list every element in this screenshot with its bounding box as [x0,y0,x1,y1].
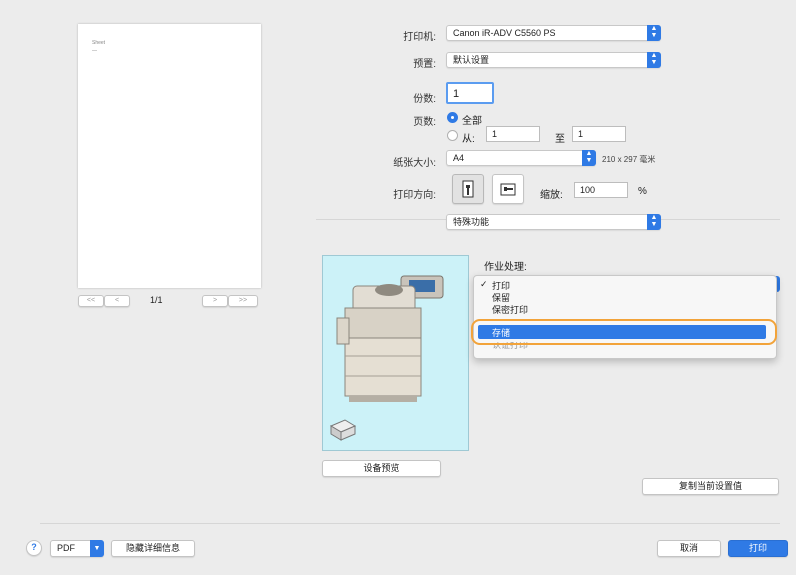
portrait-icon [462,180,474,198]
landscape-icon [500,183,516,196]
pdf-menu-button[interactable]: PDF ▼ [50,540,104,557]
help-icon: ? [31,542,37,552]
pages-range-radio[interactable] [447,130,458,141]
paper-size-value: A4 [453,153,465,163]
landscape-orientation-button[interactable] [492,174,524,204]
page-preview: Sheet — [78,24,261,288]
printer-value: Canon iR-ADV C5560 PS [453,28,556,38]
pdf-dropdown-icon: ▼ [90,540,104,557]
selection-highlight-ring [471,319,777,345]
printer-label: 打印机: [403,32,436,43]
pages-to-field[interactable]: 1 [572,126,626,142]
help-button[interactable]: ? [26,540,42,556]
page-counter: 1/1 [150,295,163,305]
menu-checkmark-icon: ✓ [480,279,488,289]
pages-to-label: 至 [555,134,565,145]
section-popup-value: 特殊功能 [453,217,490,227]
orientation-label: 打印方向: [393,190,436,201]
copy-settings-button[interactable]: 复制当前设置值 [642,478,779,495]
scale-label: 缩放: [540,190,563,201]
presets-label: 预置: [413,59,436,70]
last-page-button[interactable]: >> [228,295,258,307]
next-page-button[interactable]: > [202,295,228,307]
popup-arrows-icon: ▲ ▼ [647,214,661,230]
popup-arrows-icon: ▲ ▼ [647,25,661,41]
copies-label: 份数: [413,94,436,105]
popup-arrows-icon: ▲ ▼ [647,52,661,68]
popup-arrows-icon: ▲ ▼ [582,150,596,166]
section-popup[interactable]: 特殊功能 ▲ ▼ [446,214,661,230]
portrait-orientation-button[interactable] [452,174,484,204]
pages-from-field[interactable]: 1 [486,126,540,142]
menu-item-secure-print[interactable]: 保密打印 [492,303,528,316]
device-preview-button[interactable]: 设备预览 [322,460,441,477]
printer-device-illustration [329,275,444,441]
hide-details-button[interactable]: 隐藏详细信息 [111,540,195,557]
pdf-label: PDF [57,543,75,553]
page-preview-text-line: — [92,48,97,54]
first-page-button[interactable]: << [78,295,104,307]
presets-value: 默认设置 [453,55,490,65]
prev-page-button[interactable]: < [104,295,130,307]
pages-all-radio[interactable] [447,112,458,123]
pages-label: 页数: [413,117,436,128]
print-button[interactable]: 打印 [728,540,788,557]
device-preview-panel [322,255,469,451]
job-handling-label: 作业处理: [484,262,527,273]
scale-unit: % [638,186,647,197]
paper-size-popup[interactable]: A4 ▲ ▼ [446,150,596,166]
cancel-button[interactable]: 取消 [657,540,721,557]
pages-all-label: 全部 [462,116,482,127]
paper-size-label: 纸张大小: [393,158,436,169]
page-preview-text: Sheet [92,40,106,46]
footer-divider [40,523,780,524]
printer-popup[interactable]: Canon iR-ADV C5560 PS ▲ ▼ [446,25,661,41]
paper-dimensions: 210 x 297 毫米 [602,155,656,164]
preview-nav: << < 1/1 > >> [78,295,261,309]
copies-field[interactable]: 1 [446,82,494,104]
job-handling-menu[interactable]: ✓ 打印 保留 保密打印 存储 认证打印 [473,275,777,359]
pages-from-label: 从: [462,134,475,145]
presets-popup[interactable]: 默认设置 ▲ ▼ [446,52,661,68]
scale-field[interactable]: 100 [574,182,628,198]
